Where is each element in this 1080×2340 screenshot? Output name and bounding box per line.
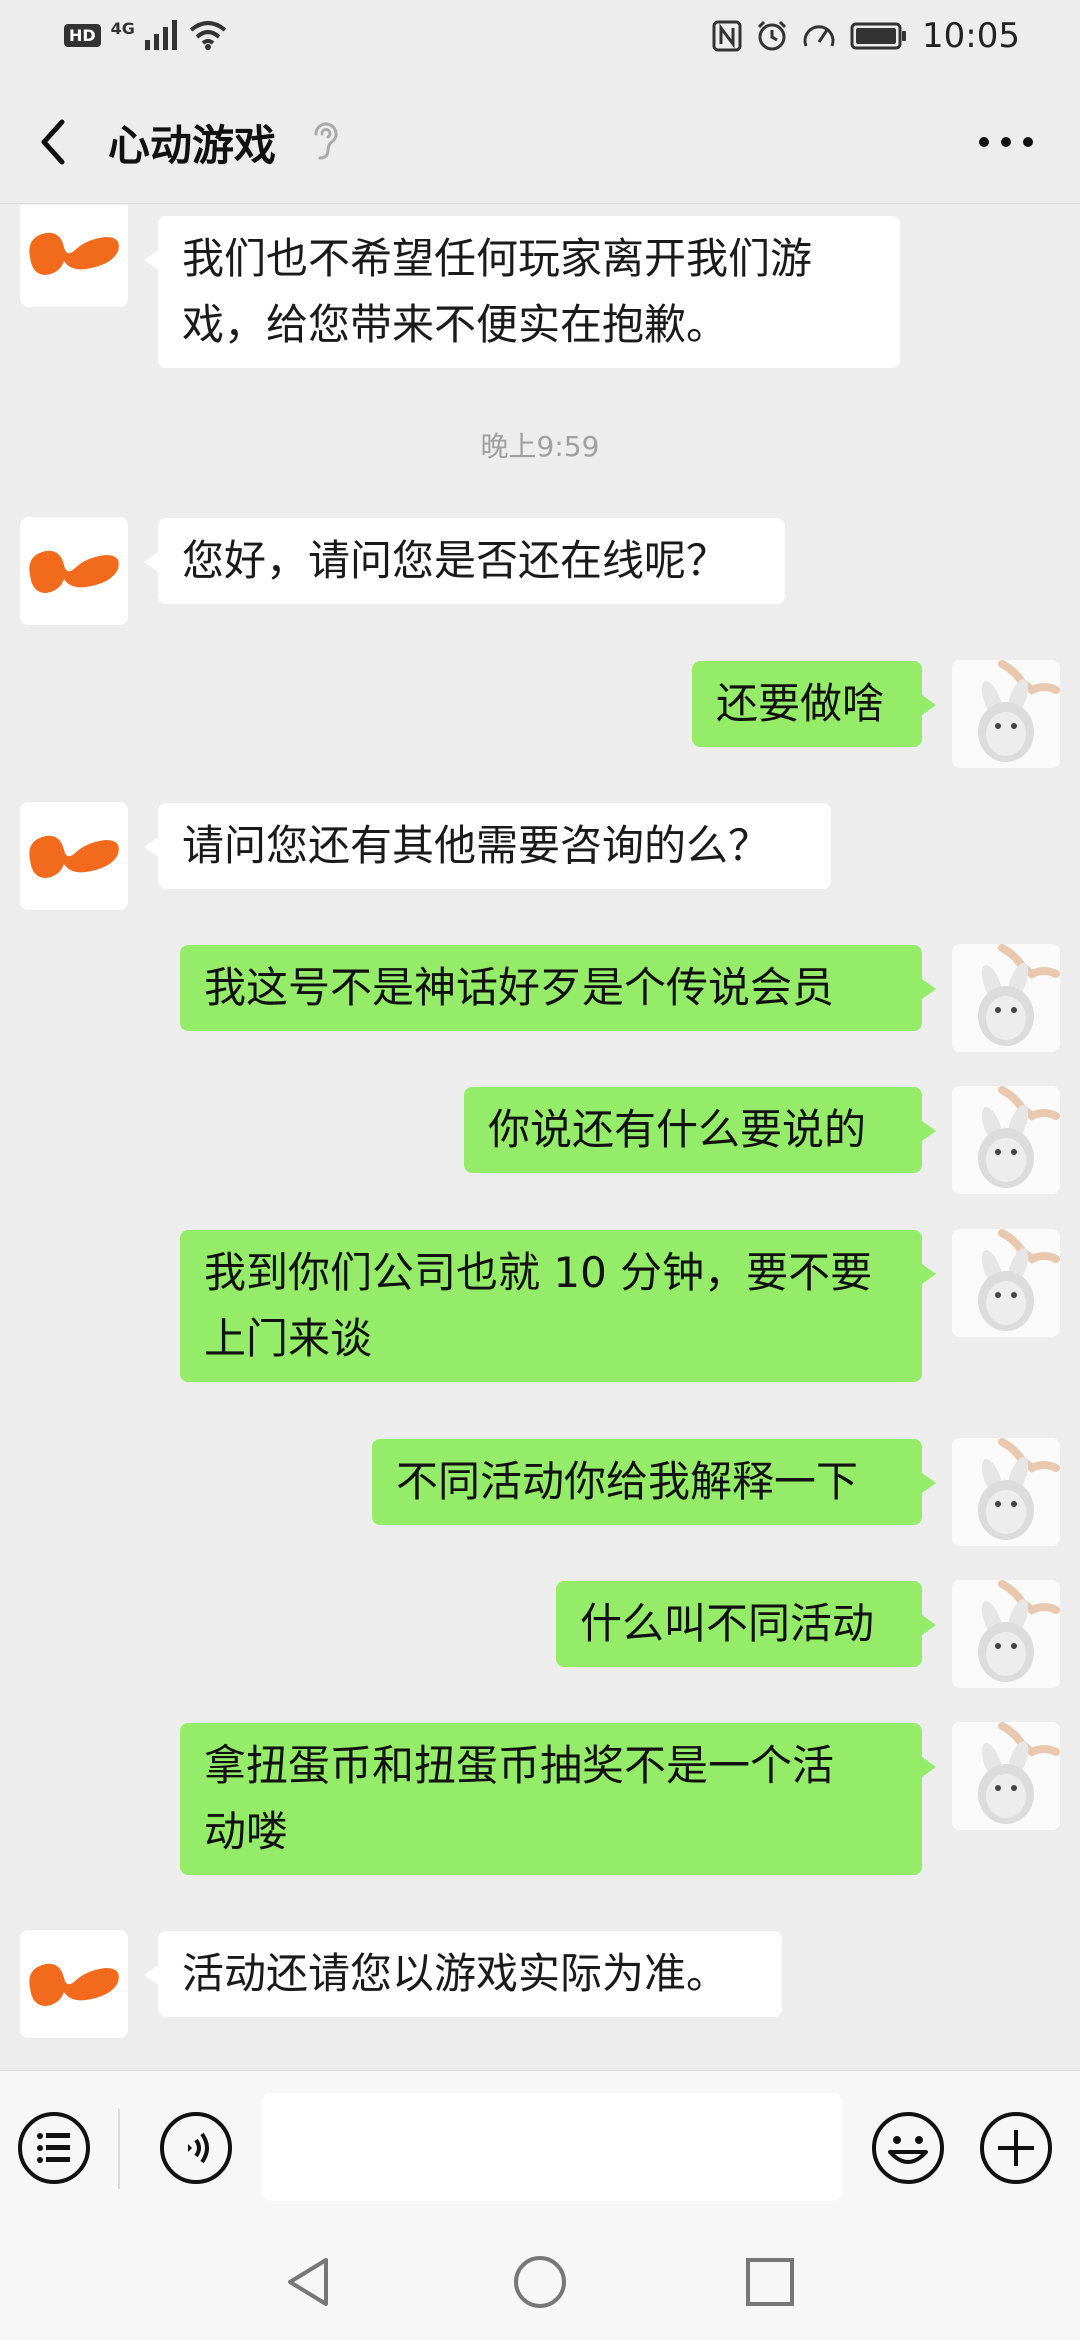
contact-avatar[interactable]: [20, 1930, 128, 2038]
user-avatar[interactable]: [952, 1438, 1060, 1546]
user-avatar[interactable]: [952, 1580, 1060, 1688]
nav-home-icon[interactable]: [512, 2254, 568, 2310]
message-text: 什么叫不同活动: [580, 1599, 875, 1648]
message-text: 请问您还有其他需要咨询的么？: [182, 821, 771, 870]
xd-logo-icon: [29, 1963, 119, 2006]
xd-logo-icon: [29, 232, 119, 275]
nav-recents-icon[interactable]: [742, 2254, 798, 2310]
message-bubble-outgoing[interactable]: 我这号不是神话好歹是个传说会员: [180, 945, 936, 1031]
status-bar: HD 4G 10:05: [0, 0, 1080, 76]
message-text: 戏，给您带来不便实在抱歉。: [182, 300, 729, 349]
user-avatar[interactable]: [952, 1229, 1060, 1337]
message-text: 我们也不希望任何玩家离开我们游: [182, 234, 813, 283]
message-text: 拿扭蛋币和扭蛋币抽奖不是一个活: [204, 1741, 835, 1790]
chat-title[interactable]: 心动游戏: [108, 112, 276, 173]
status-right: 10:05: [712, 16, 1020, 56]
message-bubble-outgoing[interactable]: 什么叫不同活动: [556, 1581, 936, 1667]
input-divider: [118, 2109, 120, 2189]
bunny-avatar-icon: [952, 1722, 1060, 1830]
message-text: 我这号不是神话好歹是个传说会员: [204, 963, 835, 1012]
xd-logo-icon: [29, 835, 119, 878]
back-arrow-icon[interactable]: [32, 114, 82, 170]
user-avatar[interactable]: [952, 660, 1060, 768]
speed-icon: [803, 25, 835, 47]
message-text: 你说还有什么要说的: [488, 1105, 867, 1154]
user-avatar[interactable]: [952, 944, 1060, 1052]
signal-icon: [144, 20, 177, 50]
message-text: 不同活动你给我解释一下: [396, 1457, 859, 1506]
more-dots-icon[interactable]: [976, 132, 1036, 152]
message-bubble-outgoing[interactable]: 还要做啥: [692, 661, 936, 747]
menu-list-icon[interactable]: [16, 2110, 92, 2186]
message-text: 还要做啥: [716, 679, 885, 728]
bunny-avatar-icon: [952, 1229, 1060, 1337]
xd-logo-icon: [29, 550, 119, 593]
contact-avatar[interactable]: [20, 205, 128, 307]
message-text: 活动还请您以游戏实际为准。: [182, 1949, 729, 1998]
message-input[interactable]: [262, 2093, 842, 2201]
battery-icon: [850, 22, 907, 50]
emoji-icon[interactable]: [870, 2110, 946, 2186]
message-bubble-outgoing[interactable]: 你说还有什么要说的: [464, 1087, 936, 1173]
status-left: HD 4G: [64, 18, 227, 50]
message-bubble-outgoing[interactable]: 不同活动你给我解释一下: [372, 1439, 936, 1525]
hd-badge: HD: [64, 23, 101, 47]
message-bubble-outgoing[interactable]: 我到你们公司也就 10 分钟，要不要 上门来谈: [180, 1230, 936, 1382]
status-time: 10:05: [922, 16, 1020, 56]
message-bubble-incoming[interactable]: 我们也不希望任何玩家离开我们游 戏，给您带来不便实在抱歉。: [144, 216, 900, 368]
bunny-avatar-icon: [952, 1086, 1060, 1194]
message-text: 我到你们公司也就 10 分钟，要不要: [204, 1248, 873, 1297]
chat-header: 心动游戏: [0, 76, 1080, 204]
bunny-avatar-icon: [952, 1438, 1060, 1546]
message-bubble-incoming[interactable]: 您好，请问您是否还在线呢？: [144, 518, 785, 604]
message-bubble-incoming[interactable]: 请问您还有其他需要咨询的么？: [144, 803, 831, 889]
message-text: 动喽: [204, 1807, 289, 1856]
nav-back-icon[interactable]: [282, 2254, 338, 2310]
message-text: 您好，请问您是否还在线呢？: [182, 536, 729, 585]
input-bar: [0, 2070, 1080, 2224]
user-avatar[interactable]: [952, 1086, 1060, 1194]
nfc-icon: [712, 20, 742, 52]
plus-icon[interactable]: [978, 2110, 1054, 2186]
message-list[interactable]: 我们也不希望任何玩家离开我们游 戏，给您带来不便实在抱歉。 晚上9:59 您好，…: [0, 205, 1080, 2070]
contact-avatar[interactable]: [20, 517, 128, 625]
bunny-avatar-icon: [952, 660, 1060, 768]
network-label: 4G: [110, 18, 135, 38]
alarm-icon: [757, 20, 787, 51]
message-bubble-incoming[interactable]: 活动还请您以游戏实际为准。: [144, 1931, 782, 2017]
message-text: 上门来谈: [204, 1314, 373, 1363]
contact-avatar[interactable]: [20, 802, 128, 910]
bunny-avatar-icon: [952, 944, 1060, 1052]
voice-icon[interactable]: [158, 2110, 234, 2186]
user-avatar[interactable]: [952, 1722, 1060, 1830]
bunny-avatar-icon: [952, 1580, 1060, 1688]
message-timestamp: 晚上9:59: [480, 430, 600, 463]
system-nav-bar: [0, 2224, 1080, 2340]
ear-icon: [314, 122, 338, 160]
wifi-icon: [189, 21, 227, 50]
message-bubble-outgoing[interactable]: 拿扭蛋币和扭蛋币抽奖不是一个活 动喽: [180, 1723, 936, 1875]
